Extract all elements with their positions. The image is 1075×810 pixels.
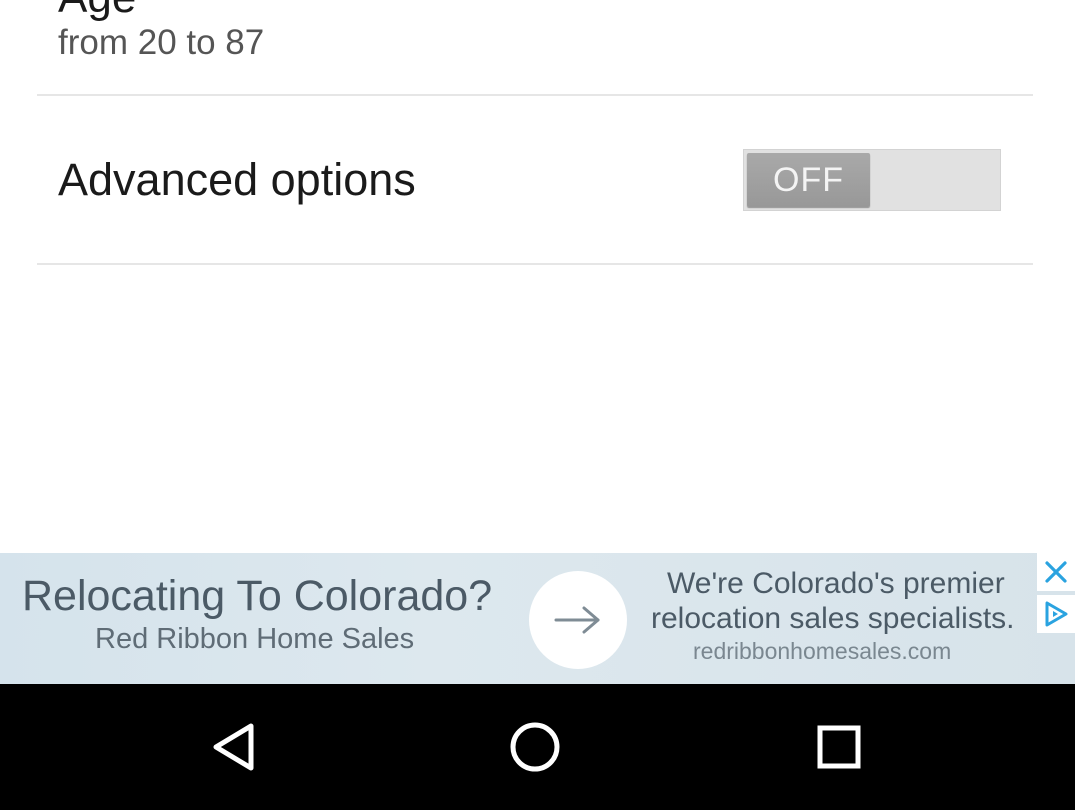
adchoices-icon bbox=[1045, 601, 1068, 627]
preference-age-summary: from 20 to 87 bbox=[58, 23, 265, 62]
toggle-thumb: OFF bbox=[747, 153, 870, 207]
list-divider bbox=[37, 263, 1033, 265]
ad-cta-button[interactable] bbox=[529, 571, 627, 669]
nav-recents-button[interactable] bbox=[809, 717, 869, 777]
arrow-right-icon bbox=[554, 606, 600, 634]
preference-advanced-options-title: Advanced options bbox=[58, 154, 416, 205]
nav-back-button[interactable] bbox=[203, 717, 263, 777]
toggle-state-label: OFF bbox=[773, 160, 844, 199]
preference-advanced-options[interactable]: Advanced options OFF bbox=[0, 96, 1075, 263]
ad-choices-button[interactable] bbox=[1037, 595, 1075, 633]
close-icon bbox=[1045, 561, 1067, 583]
ad-body-line-2[interactable]: relocation sales specialists. bbox=[651, 602, 1015, 636]
advanced-options-toggle[interactable]: OFF bbox=[743, 149, 1001, 211]
system-navigation-bar bbox=[0, 684, 1075, 810]
home-circle-icon bbox=[510, 722, 560, 772]
ad-body-line-1[interactable]: We're Colorado's premier bbox=[667, 567, 1005, 601]
recents-square-icon bbox=[817, 725, 861, 769]
preference-age-title: Age bbox=[58, 0, 136, 20]
ad-close-button[interactable] bbox=[1037, 553, 1075, 591]
preference-age[interactable]: Age from 20 to 87 bbox=[0, 0, 1075, 95]
nav-home-button[interactable] bbox=[505, 717, 565, 777]
ad-url[interactable]: redribbonhomesales.com bbox=[693, 638, 951, 664]
ad-advertiser[interactable]: Red Ribbon Home Sales bbox=[95, 623, 414, 655]
back-triangle-icon bbox=[213, 723, 254, 771]
ad-headline[interactable]: Relocating To Colorado? bbox=[22, 573, 492, 619]
screen: Age from 20 to 87 Advanced options OFF R… bbox=[0, 0, 1075, 810]
ad-banner[interactable]: Relocating To Colorado? Red Ribbon Home … bbox=[0, 553, 1075, 684]
